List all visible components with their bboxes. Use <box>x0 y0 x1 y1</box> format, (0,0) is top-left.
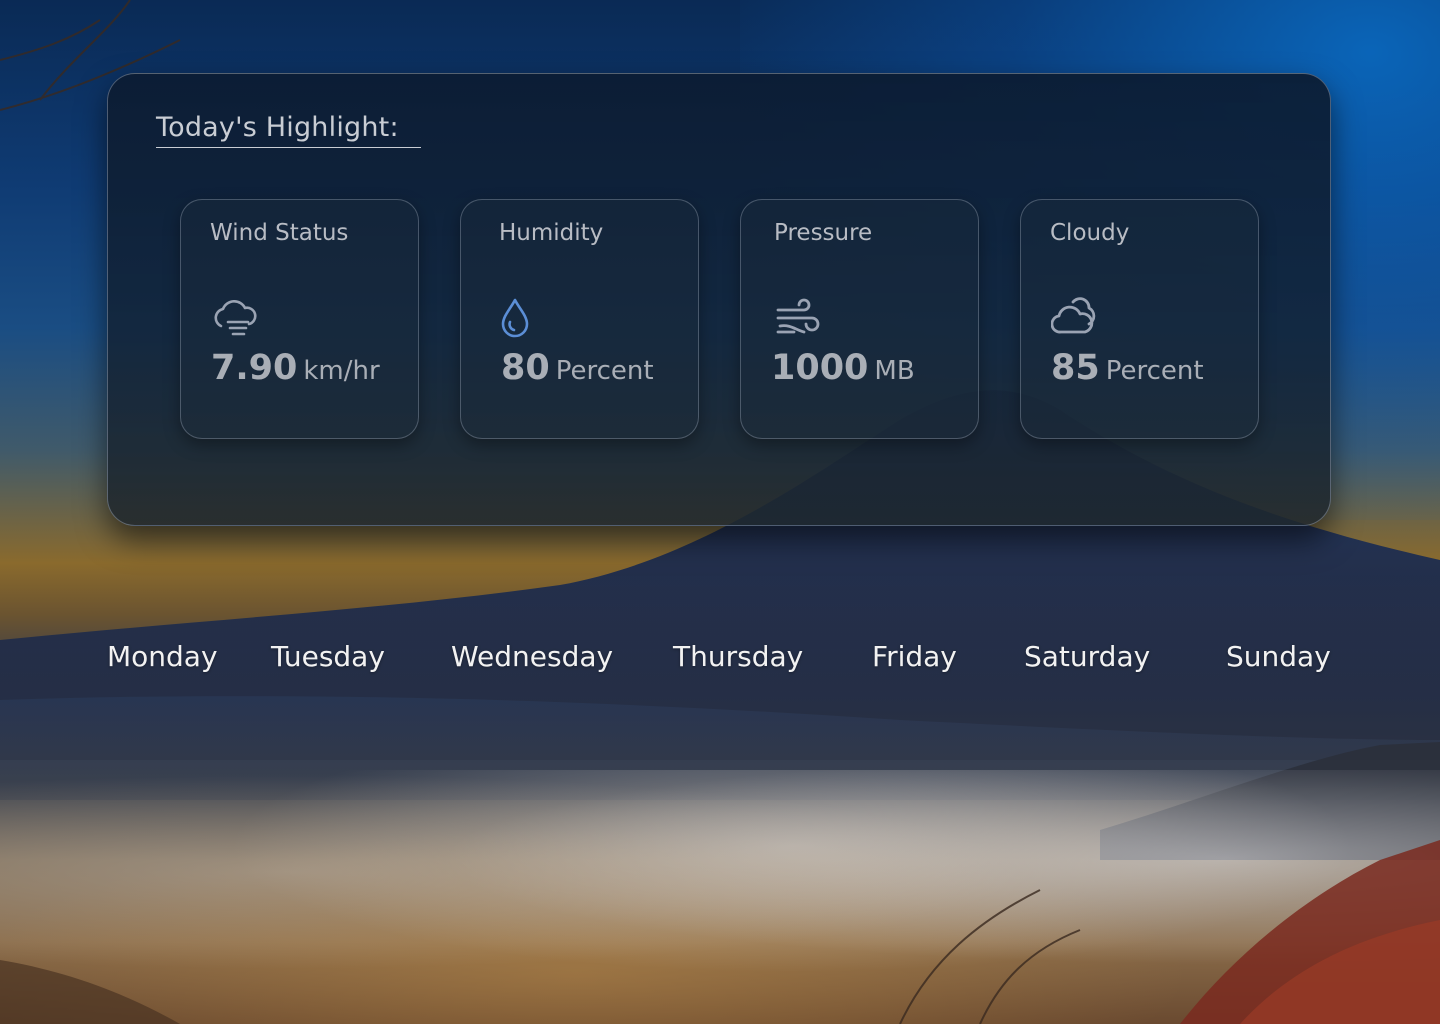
wind-value: 7.90 km/hr <box>211 348 380 388</box>
value-unit: Percent <box>555 356 654 386</box>
cloudy-value: 85 Percent <box>1051 348 1204 388</box>
day-saturday[interactable]: Saturday <box>1024 640 1150 673</box>
value-number: 85 <box>1051 348 1100 388</box>
value-number: 1000 <box>771 348 869 388</box>
day-sunday[interactable]: Sunday <box>1226 640 1331 673</box>
value-unit: MB <box>874 356 915 386</box>
card-label: Pressure <box>774 220 873 246</box>
day-wednesday[interactable]: Wednesday <box>451 640 613 673</box>
day-friday[interactable]: Friday <box>872 640 957 673</box>
cloudy-card[interactable]: Cloudy 85 Percent <box>1020 199 1259 439</box>
wind-icon <box>774 296 822 340</box>
weekday-selector: Monday Tuesday Wednesday Thursday Friday… <box>0 640 1440 684</box>
pressure-value: 1000 MB <box>771 348 915 388</box>
card-label: Wind Status <box>210 220 349 246</box>
day-thursday[interactable]: Thursday <box>673 640 803 673</box>
card-label: Cloudy <box>1050 220 1130 246</box>
humidity-value: 80 Percent <box>501 348 654 388</box>
water-drop-icon <box>499 296 547 340</box>
day-monday[interactable]: Monday <box>107 640 218 673</box>
value-number: 80 <box>501 348 550 388</box>
humidity-card[interactable]: Humidity 80 Percent <box>460 199 699 439</box>
day-tuesday[interactable]: Tuesday <box>271 640 385 673</box>
todays-highlight-panel: Today's Highlight: Wind Status 7.90 km/hr… <box>107 73 1331 526</box>
wind-status-card[interactable]: Wind Status 7.90 km/hr <box>180 199 419 439</box>
value-unit: Percent <box>1105 356 1204 386</box>
pressure-card[interactable]: Pressure 1000 MB <box>740 199 979 439</box>
value-unit: km/hr <box>303 356 380 386</box>
card-label: Humidity <box>499 220 604 246</box>
cloud-wind-icon <box>211 296 259 340</box>
cloud-sun-icon <box>1050 290 1099 334</box>
value-number: 7.90 <box>211 348 298 388</box>
panel-title: Today's Highlight: <box>156 112 421 148</box>
